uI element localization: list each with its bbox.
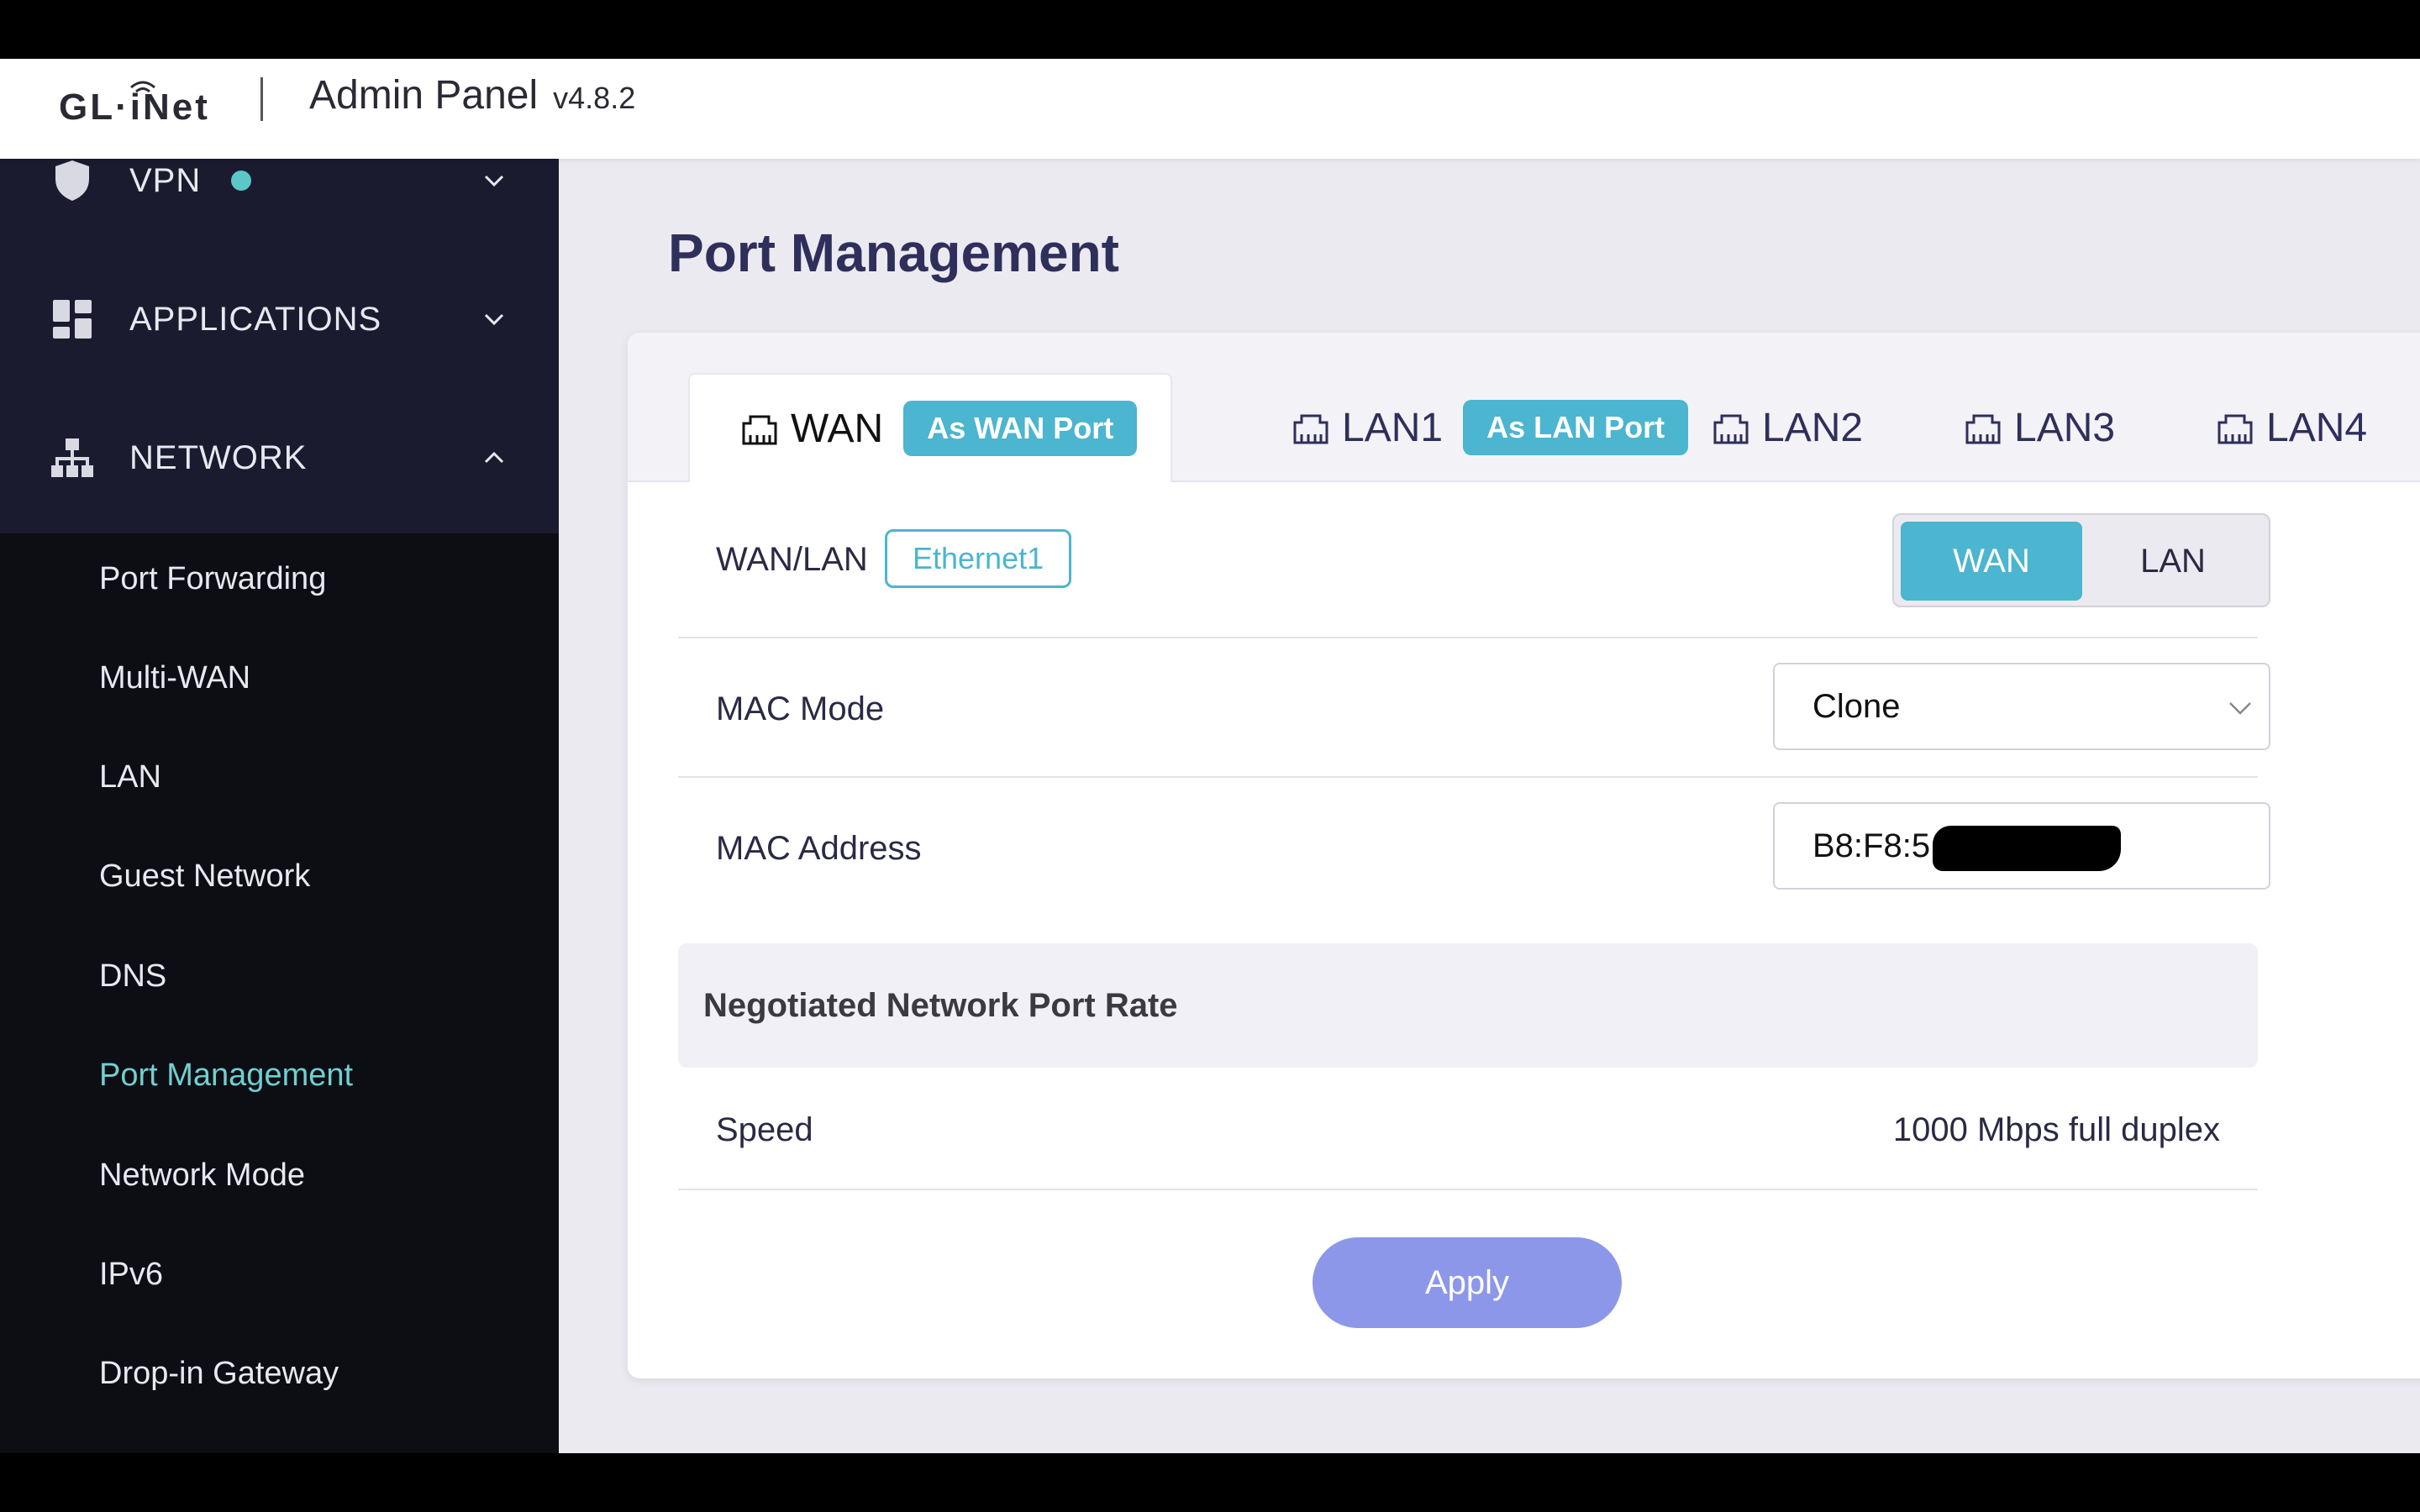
sidebar-item-label: NETWORK <box>129 438 308 476</box>
vpn-status-dot <box>231 171 251 191</box>
port-tabs: WAN As WAN Port LAN1 As LAN Port LAN2 LA… <box>628 333 2420 482</box>
chevron-up-icon[interactable] <box>479 443 509 473</box>
header-divider <box>260 77 263 121</box>
mac-mode-row: MAC Mode Clone <box>678 638 2270 778</box>
sidebar-item-dns[interactable]: DNS <box>99 951 166 1001</box>
speed-label: Speed <box>716 1111 813 1148</box>
gl-inet-logo[interactable]: GL·iNet <box>59 81 210 133</box>
section-title: Negotiated Network Port Rate <box>703 987 1178 1024</box>
wan-option-button[interactable]: WAN <box>1901 522 2082 601</box>
network-icon <box>50 436 94 480</box>
chevron-down-icon <box>2229 702 2251 715</box>
mac-address-label: MAC Address <box>716 830 922 867</box>
sidebar-item-network-mode[interactable]: Network Mode <box>99 1150 305 1200</box>
chevron-down-icon[interactable] <box>479 165 509 196</box>
grid-icon <box>50 297 94 341</box>
sidebar-item-drop-in-gateway[interactable]: Drop-in Gateway <box>99 1348 339 1399</box>
sidebar-item-lan[interactable]: LAN <box>99 752 161 802</box>
ethernet1-tag: Ethernet1 <box>885 529 1072 588</box>
mac-mode-select[interactable]: Clone <box>1773 663 2270 750</box>
sidebar-item-guest-network[interactable]: Guest Network <box>99 851 310 901</box>
sidebar-item-multi-wan[interactable]: Multi-WAN <box>99 653 250 703</box>
sidebar-main-nav: VPN APPLICATIONS NETWORK <box>0 159 559 533</box>
apply-button[interactable]: Apply <box>1313 1237 1622 1328</box>
main-content: Port Management WAN As WAN Port LAN1 As … <box>559 159 2420 1453</box>
sidebar-item-port-management[interactable]: Port Management <box>99 1050 353 1100</box>
sidebar-item-ipv6[interactable]: IPv6 <box>99 1249 163 1299</box>
wan-lan-toggle: WAN LAN <box>1892 513 2270 607</box>
mac-mode-label: MAC Mode <box>716 690 885 727</box>
sidebar-item-network[interactable]: NETWORK <box>0 407 559 508</box>
firmware-version: v4.8.2 <box>553 81 636 115</box>
negotiated-rate-section: Negotiated Network Port Rate <box>678 943 2258 1068</box>
tab-label: LAN3 <box>2014 405 2116 450</box>
sidebar-item-label: VPN <box>129 161 202 199</box>
tab-label: LAN4 <box>2266 405 2368 450</box>
wan-lan-label: WAN/LAN <box>716 541 868 578</box>
tab-label: WAN <box>791 406 884 451</box>
port-management-card: WAN As WAN Port LAN1 As LAN Port LAN2 LA… <box>628 333 2420 1378</box>
wifi-icon <box>130 81 155 93</box>
ethernet-port-icon <box>742 415 777 445</box>
ethernet-port-icon <box>1965 414 2001 444</box>
mac-address-input[interactable]: B8:F8:5 <box>1773 802 2270 890</box>
sidebar-item-label: APPLICATIONS <box>129 300 382 338</box>
tab-lan2[interactable]: LAN2 <box>1712 373 1863 482</box>
tab-label: LAN2 <box>1762 405 1864 450</box>
tab-lan4[interactable]: LAN4 <box>2216 373 2367 482</box>
sidebar: VPN APPLICATIONS NETWORK Port Forwarding… <box>0 159 559 1453</box>
sidebar-item-applications[interactable]: APPLICATIONS <box>0 269 559 370</box>
speed-value: 1000 Mbps full duplex <box>1892 1111 2220 1148</box>
chevron-down-icon[interactable] <box>479 304 509 334</box>
mac-mode-value: Clone <box>1812 688 1901 725</box>
speed-row: Speed 1000 Mbps full duplex <box>678 1068 2258 1190</box>
letterbox-top <box>0 0 2420 59</box>
letterbox-bottom <box>0 1453 2420 1512</box>
lan-option-button[interactable]: LAN <box>2082 522 2264 601</box>
lan-port-badge: As LAN Port <box>1463 400 1689 455</box>
header-title: Admin Panel v4.8.2 <box>309 72 635 129</box>
top-header: GL·iNet Admin Panel v4.8.2 <box>0 59 2420 159</box>
shield-icon <box>50 159 94 202</box>
admin-panel-title: Admin Panel <box>309 73 539 118</box>
mac-address-value: B8:F8:5 <box>1812 827 1931 864</box>
page-title: Port Management <box>668 223 1119 283</box>
tab-wan[interactable]: WAN As WAN Port <box>688 373 1172 482</box>
tab-label: LAN1 <box>1342 405 1444 450</box>
network-submenu: Port Forwarding Multi-WAN LAN Guest Netw… <box>0 533 559 1453</box>
mac-address-row: MAC Address B8:F8:5 <box>678 778 2270 917</box>
wan-port-badge: As WAN Port <box>903 401 1138 456</box>
tab-lan3[interactable]: LAN3 <box>1964 373 2115 482</box>
ethernet-port-icon <box>2217 414 2253 444</box>
ethernet-port-icon <box>1713 414 1749 444</box>
tab-lan1[interactable]: LAN1 As LAN Port <box>1292 373 1689 482</box>
sidebar-item-port-forwarding[interactable]: Port Forwarding <box>99 554 326 604</box>
redaction-mark <box>1933 826 2121 871</box>
wan-lan-row: WAN/LAN Ethernet1 WAN LAN <box>678 482 2270 638</box>
ethernet-port-icon <box>1293 414 1328 444</box>
